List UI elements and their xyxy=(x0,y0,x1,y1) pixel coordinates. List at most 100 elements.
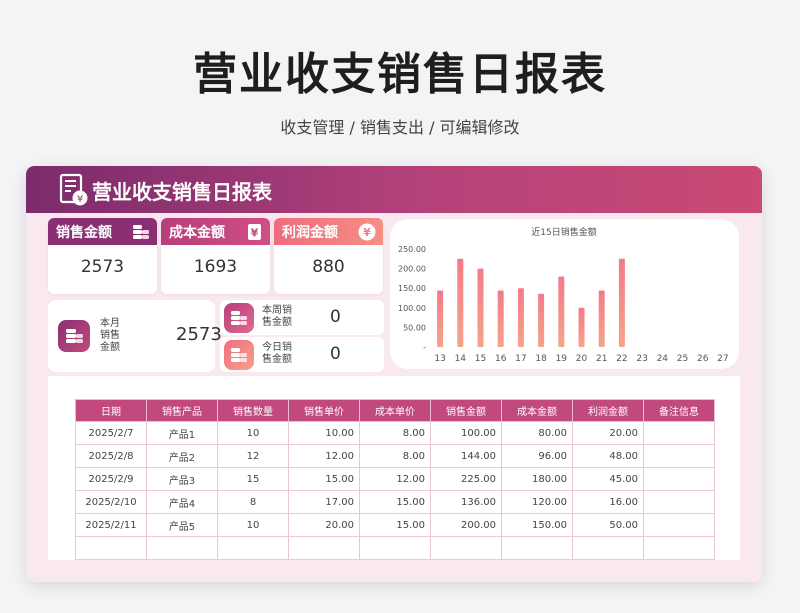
table-header-cell: 日期 xyxy=(75,399,147,422)
table-cell[interactable] xyxy=(501,536,573,560)
table-cell[interactable]: 50.00 xyxy=(572,513,644,537)
kpi-value-cost: 1693 xyxy=(193,257,238,277)
x-tick-label: 15 xyxy=(475,354,486,364)
table-cell[interactable]: 20.00 xyxy=(288,513,360,537)
table-cell[interactable]: 产品2 xyxy=(146,444,218,468)
yen-note-icon: ¥ xyxy=(248,224,261,240)
chart-bar[interactable] xyxy=(457,258,464,347)
table-cell[interactable] xyxy=(288,536,360,560)
table-cell[interactable]: 8.00 xyxy=(359,421,431,445)
table-cell[interactable] xyxy=(643,513,715,537)
table-cell[interactable]: 136.00 xyxy=(430,490,502,514)
kpi-card-profit: 利润金额 ¥ 880 xyxy=(274,218,383,294)
table-cell[interactable]: 100.00 xyxy=(430,421,502,445)
svg-text:¥: ¥ xyxy=(77,194,83,205)
table-cell[interactable] xyxy=(146,536,218,560)
table-cell[interactable]: 2025/2/8 xyxy=(75,444,147,468)
table-cell[interactable]: 48.00 xyxy=(572,444,644,468)
kpi-head-sales: 销售金额 xyxy=(48,218,157,245)
table-cell[interactable]: 120.00 xyxy=(501,490,573,514)
chart-bar[interactable] xyxy=(598,290,605,347)
table-cell[interactable]: 150.00 xyxy=(501,513,573,537)
table-cell[interactable] xyxy=(643,536,715,560)
table-cell[interactable]: 12 xyxy=(217,444,289,468)
table-cell[interactable] xyxy=(75,536,147,560)
chart-bar[interactable] xyxy=(497,290,504,347)
x-tick-label: 25 xyxy=(677,354,688,364)
table-cell[interactable]: 2025/2/11 xyxy=(75,513,147,537)
chart-bar[interactable] xyxy=(618,258,625,347)
table-cell[interactable]: 产品5 xyxy=(146,513,218,537)
table-cell[interactable]: 17.00 xyxy=(288,490,360,514)
table-header-cell: 销售单价 xyxy=(288,399,360,422)
table-cell[interactable]: 产品1 xyxy=(146,421,218,445)
coins-icon xyxy=(133,225,149,239)
table-cell[interactable]: 12.00 xyxy=(359,467,431,491)
table-cell[interactable]: 16.00 xyxy=(572,490,644,514)
table-cell[interactable]: 10.00 xyxy=(288,421,360,445)
today-sales-label: 今日销 售金额 xyxy=(262,342,302,366)
table-cell[interactable]: 2025/2/9 xyxy=(75,467,147,491)
today-sales-value: 0 xyxy=(330,344,341,364)
table-cell[interactable]: 10 xyxy=(217,513,289,537)
week-coins-icon xyxy=(224,303,254,333)
table-cell[interactable]: 144.00 xyxy=(430,444,502,468)
table-cell[interactable]: 2025/2/7 xyxy=(75,421,147,445)
sales-table: 日期 销售产品 销售数量 销售单价 成本单价 销售金额 成本金额 利润金额 备注信息 2025/… xyxy=(75,399,715,560)
table-cell[interactable]: 12.00 xyxy=(288,444,360,468)
table-cell[interactable]: 180.00 xyxy=(501,467,573,491)
kpi-card-cost: 成本金额 ¥ 1693 xyxy=(161,218,270,294)
table-cell[interactable] xyxy=(217,536,289,560)
chart-bar[interactable] xyxy=(477,268,484,347)
table-cell[interactable]: 8.00 xyxy=(359,444,431,468)
table-header-cell: 销售数量 xyxy=(217,399,289,422)
chart-bar[interactable] xyxy=(437,290,444,347)
table-cell[interactable]: 产品4 xyxy=(146,490,218,514)
table-cell[interactable]: 45.00 xyxy=(572,467,644,491)
table-cell[interactable] xyxy=(430,536,502,560)
table-cell[interactable] xyxy=(572,536,644,560)
month-sales-label: 本月 销售 金额 xyxy=(100,318,140,354)
chart-bar[interactable] xyxy=(558,276,565,347)
table-cell[interactable]: 96.00 xyxy=(501,444,573,468)
table-cell[interactable]: 15 xyxy=(217,467,289,491)
table-cell[interactable]: 15.00 xyxy=(359,513,431,537)
kpi-label-cost: 成本金额 xyxy=(169,224,225,241)
table-cell[interactable]: 15.00 xyxy=(288,467,360,491)
svg-text:¥: ¥ xyxy=(363,226,371,239)
table-cell[interactable]: 8 xyxy=(217,490,289,514)
table-cell[interactable] xyxy=(643,444,715,468)
table-cell[interactable]: 20.00 xyxy=(572,421,644,445)
table-cell[interactable] xyxy=(359,536,431,560)
chart-bar[interactable] xyxy=(538,293,545,347)
kpi-value-profit: 880 xyxy=(312,257,345,277)
table-cell[interactable]: 15.00 xyxy=(359,490,431,514)
table-cell[interactable]: 产品3 xyxy=(146,467,218,491)
chart-bar[interactable] xyxy=(517,288,524,347)
y-tick-label: 100.00 xyxy=(398,304,426,313)
table-header-cell: 备注信息 xyxy=(643,399,715,422)
table-cell[interactable]: 80.00 xyxy=(501,421,573,445)
y-tick-label: - xyxy=(423,343,426,352)
x-tick-label: 13 xyxy=(434,354,445,364)
today-coins-icon xyxy=(224,340,254,370)
table-cell[interactable]: 10 xyxy=(217,421,289,445)
chart-bar[interactable] xyxy=(578,307,585,347)
week-sales-card: 本周销 售金额 0 xyxy=(220,300,384,335)
x-tick-label: 20 xyxy=(576,354,588,364)
kpi-label-sales: 销售金额 xyxy=(56,224,112,241)
kpi-label-profit: 利润金额 xyxy=(282,224,338,241)
svg-text:¥: ¥ xyxy=(251,227,259,240)
month-label-line-2: 销售 xyxy=(100,330,120,341)
x-tick-label: 22 xyxy=(616,354,627,364)
table-cell[interactable] xyxy=(643,421,715,445)
table-row: 2025/2/8 产品2 12 12.00 8.00 144.00 96.00 48.00 xyxy=(75,444,715,468)
kpi-value-sales: 2573 xyxy=(80,257,125,277)
table-empty-row xyxy=(75,536,715,560)
table-cell[interactable]: 200.00 xyxy=(430,513,502,537)
table-cell[interactable] xyxy=(643,467,715,491)
table-cell[interactable] xyxy=(643,490,715,514)
table-cell[interactable]: 2025/2/10 xyxy=(75,490,147,514)
x-tick-label: 27 xyxy=(717,354,728,364)
table-cell[interactable]: 225.00 xyxy=(430,467,502,491)
